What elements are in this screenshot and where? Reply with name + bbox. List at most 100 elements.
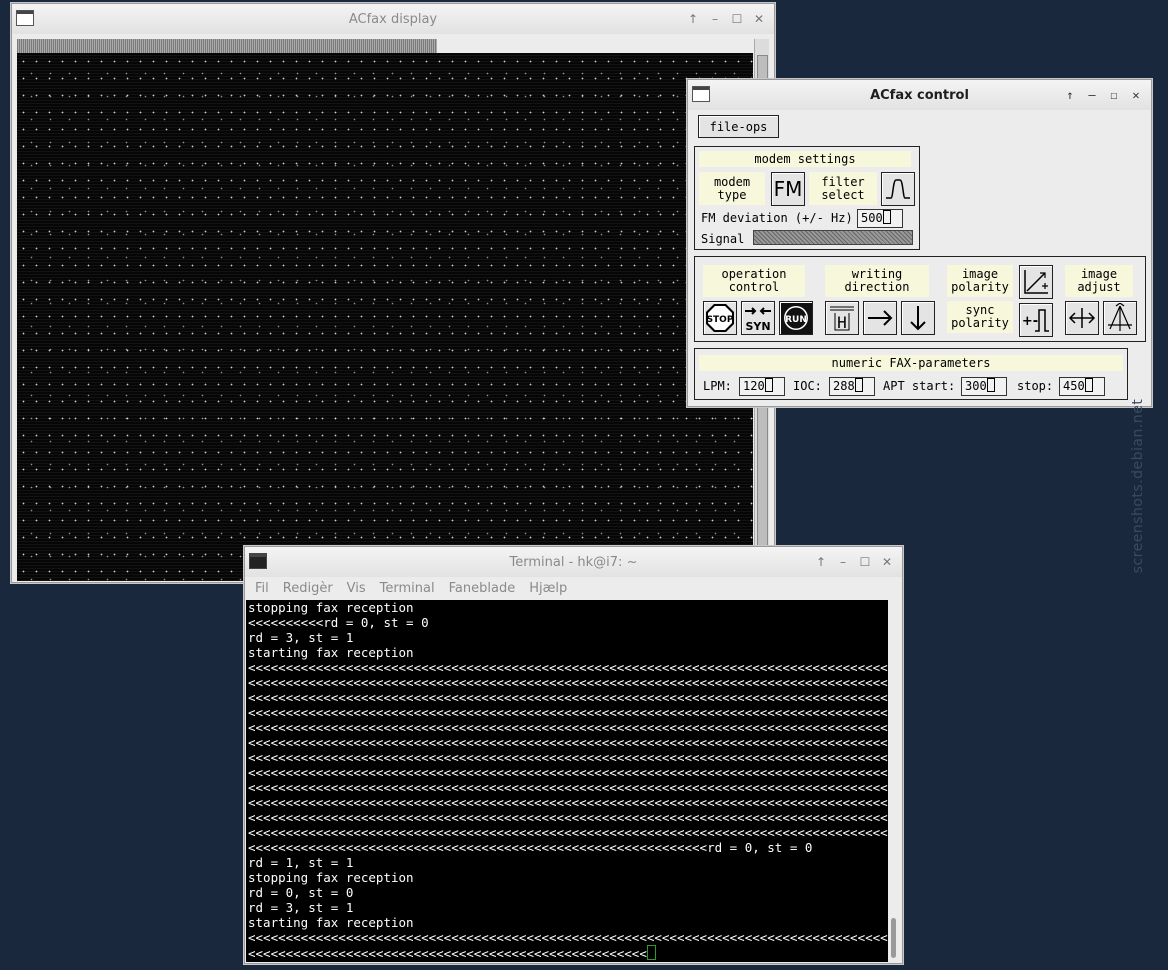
apt-stop-input[interactable]: 450 [1059,377,1105,396]
writing-direction-label: writing direction [825,265,929,297]
terminal-scrollbar[interactable] [888,600,900,962]
terminal-cursor [646,945,656,960]
file-ops-button[interactable]: file-ops [698,115,779,138]
filter-select-label: filter select [809,172,877,205]
menu-vis[interactable]: Vis [347,581,366,596]
menu-fil[interactable]: Fil [255,581,269,596]
lpm-label: LPM: [703,379,732,393]
filter-bandpass-icon [886,179,910,199]
display-titlebar[interactable]: ACfax display ↑ – ☐ ✕ [12,4,774,34]
maximize-icon[interactable]: ☐ [728,10,746,28]
modem-settings-header: modem settings [699,151,911,167]
shade-icon[interactable]: ↑ [812,553,830,571]
run-button[interactable]: RUN [779,301,813,335]
lpm-input[interactable]: 120 [739,377,785,396]
apt-stop-label: stop: [1017,379,1054,393]
ioc-label: IOC: [793,379,822,393]
terminal-app-icon[interactable] [249,553,267,569]
terminal-line: stopping fax reception [248,600,414,615]
menu-hjaelp[interactable]: Hjælp [529,581,567,596]
sync-polarity-icon: +- [1022,309,1049,332]
acfax-display-window: ACfax display ↑ – ☐ ✕ [11,3,775,583]
window-menu-icon[interactable] [16,10,34,26]
write-right-button[interactable] [863,301,897,335]
fm-deviation-label: FM deviation (+/- Hz) [701,211,853,225]
terminal-scrollbar-thumb[interactable] [891,918,896,958]
terminal-line: <<<<<<<<<<<<<<<<<<<<<<<<<<<<<<<<<<<<<<<<… [248,690,888,705]
operation-control-label: operation control [703,265,805,297]
stop-button[interactable]: STOP [703,301,737,335]
filter-select-button[interactable] [881,172,915,206]
adjust-slant-button[interactable] [1103,301,1137,335]
sync-icon: SYN [745,307,771,333]
minimize-icon[interactable]: – [706,10,724,28]
horizontal-mode-button[interactable]: H [825,301,859,335]
signal-meter [753,230,913,245]
h-icon-text: H [837,313,847,332]
sync-icon-text: SYN [745,320,770,333]
terminal-line: <<<<<<<<<<<<<<<<<<<<<<<<<<<<<<<<<<<<<<<<… [246,945,888,960]
image-polarity-button[interactable] [1019,265,1053,299]
terminal-line: <<<<<<<<<<<<<<<<<<<<<<<<<<<<<<<<<<<<<<<<… [248,825,888,840]
terminal-title: Terminal - hk@i7: ~ [509,554,638,570]
terminal-line: rd = 3, st = 1 [248,630,354,645]
display-title: ACfax display [348,11,438,27]
minimize-icon[interactable]: – [834,553,852,571]
terminal-line: <<<<<<<<<<rd = 0, st = 0 [248,615,429,630]
menu-faneblade[interactable]: Faneblade [449,581,516,596]
terminal-line: <<<<<<<<<<<<<<<<<<<<<<<<<<<<<<<<<<<<<<<<… [248,720,888,735]
terminal-output[interactable]: stopping fax reception <<<<<<<<<<rd = 0, … [246,600,888,962]
terminal-line: rd = 0, st = 0 [248,885,354,900]
shade-icon[interactable]: ↑ [684,10,702,28]
horizontal-shift-icon [1068,308,1096,328]
close-icon[interactable]: ✕ [878,553,896,571]
window-menu-icon[interactable] [692,86,710,102]
terminal-line: <<<<<<<<<<<<<<<<<<<<<<<<<<<<<<<<<<<<<<<<… [248,675,888,690]
terminal-line: rd = 1, st = 1 [248,855,354,870]
watermark: screenshots.debian.net [1130,398,1146,574]
adjust-horizontal-button[interactable] [1065,301,1099,335]
reception-progress-fill [17,39,437,53]
fm-deviation-input[interactable]: 500 [857,209,903,228]
modem-type-label: modem type [699,172,765,205]
menu-terminal[interactable]: Terminal [380,581,435,596]
write-down-button[interactable] [901,301,935,335]
close-icon[interactable]: ✕ [750,10,768,28]
menu-rediger[interactable]: Redigèr [283,581,333,596]
maximize-icon[interactable]: ☐ [856,553,874,571]
image-polarity-label: image polarity [947,265,1013,297]
terminal-menubar: Fil Redigèr Vis Terminal Faneblade Hjælp [245,577,902,599]
shade-icon[interactable]: ↑ [1061,86,1079,104]
control-titlebar[interactable]: ACfax control ↑ – ☐ ✕ [688,80,1151,110]
operation-group: operation control writing direction imag… [694,256,1146,342]
maximize-icon[interactable]: ☐ [1105,86,1123,104]
terminal-line: starting fax reception [248,915,414,930]
arrow-down-icon [910,306,926,331]
terminal-line: <<<<<<<<<<<<<<<<<<<<<<<<<<<<<<<<<<<<<<<<… [248,765,888,780]
sync-button[interactable]: SYN [741,301,775,335]
reception-progress-bar [17,39,753,53]
close-icon[interactable]: ✕ [1127,86,1145,104]
sync-polarity-label: sync polarity [947,301,1013,333]
slant-adjust-icon [1108,303,1132,331]
stop-icon-text: STOP [707,315,734,325]
terminal-line: <<<<<<<<<<<<<<<<<<<<<<<<<<<<<<<<<<<<<<<<… [248,750,888,765]
terminal-line: rd = 3, st = 1 [248,900,354,915]
horizontal-lines-icon: H [830,306,854,332]
image-polarity-icon [1024,270,1048,294]
terminal-line: <<<<<<<<<<<<<<<<<<<<<<<<<<<<<<<<<<<<<<<<… [248,705,888,720]
ioc-input[interactable]: 288 [829,377,875,396]
signal-label: Signal [701,232,745,246]
sync-polarity-button[interactable]: +- [1019,303,1053,337]
terminal-line: <<<<<<<<<<<<<<<<<<<<<<<<<<<<<<<<<<<<<<<<… [248,780,888,795]
apt-start-input[interactable]: 300 [961,377,1007,396]
terminal-line: <<<<<<<<<<<<<<<<<<<<<<<<<<<<<<<<<<<<<<<<… [248,795,888,810]
modem-type-fm-button[interactable]: FM [771,172,805,206]
run-icon-text: RUN [785,315,807,325]
image-adjust-label: image adjust [1065,265,1133,297]
terminal-titlebar[interactable]: Terminal - hk@i7: ~ ↑ – ☐ ✕ [245,547,902,577]
terminal-line: <<<<<<<<<<<<<<<<<<<<<<<<<<<<<<<<<<<<<<<<… [248,930,888,945]
fax-image-canvas [17,39,753,581]
minimize-icon[interactable]: – [1083,86,1101,104]
terminal-line: <<<<<<<<<<<<<<<<<<<<<<<<<<<<<<<<<<<<<<<<… [248,840,813,855]
